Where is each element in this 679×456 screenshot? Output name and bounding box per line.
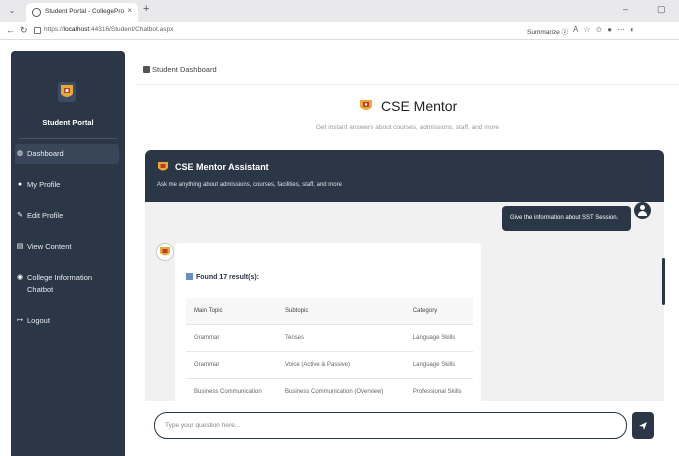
send-icon [639,422,647,430]
sidebar-item-label: My Profile [27,180,61,189]
breadcrumb: Student Dashboard [143,65,217,74]
lock-icon[interactable] [34,27,41,34]
table-cell: Language Skills [404,324,473,352]
chart-icon [186,273,193,280]
summarize-button[interactable]: Summarize ⓩ [527,26,568,36]
address-bar: ← ↻ https://localhost:44316/Student/Chat… [0,22,679,40]
reload-icon[interactable]: ↻ [20,25,28,36]
chat-header-subtitle: Ask me anything about admissions, course… [157,182,342,188]
sidebar-item-label: Logout [27,316,50,325]
edit-icon: ✎ [17,212,23,219]
user-message-bubble: Give the information about SST Session. [502,206,631,231]
content-icon: ▤ [16,243,24,250]
send-button[interactable] [632,412,654,439]
sidebar-item-dashboard[interactable]: ◍ Dashboard [15,144,119,164]
chat-header: CSE Mentor Assistant Ask me anything abo… [145,150,664,202]
user-icon: ● [17,181,23,188]
page-subtitle: Get instant answers about courses, admis… [315,124,500,131]
tab-list-chevron-icon[interactable]: ⌄ [6,5,18,17]
sidebar-item-edit-profile[interactable]: ✎ Edit Profile [15,208,119,224]
url-field[interactable]: https://localhost:44316/Student/Chatbot.… [44,26,173,33]
browser-tab-bar: ⌄ Student Portal - CollegePro × + – ▢ [0,0,679,22]
logout-icon: ↦ [17,317,23,324]
table-cell: Grammar [186,351,277,379]
column-header: Category [404,298,473,325]
globe-icon: ◉ [16,274,24,281]
table-cell: Tenses [276,324,405,352]
user-avatar-icon [634,202,651,219]
chat-input-bar [136,401,679,456]
globe-favicon-icon [32,8,41,17]
results-count-label: Found 17 result(s): [196,274,260,281]
table-row: Grammar Tenses Language Skills [186,324,473,352]
chat-question-input[interactable] [154,412,627,439]
dashboard-breadcrumb-icon [143,66,150,73]
results-count: Found 17 result(s): [186,273,259,281]
sidebar-item-view-content[interactable]: ▤ View Content [15,239,119,255]
sidebar-item-label: Dashboard [27,149,64,158]
sidebar-item-label: Edit Profile [27,211,64,220]
breadcrumb-label: Student Dashboard [152,65,217,74]
table-row: Grammar Voice (Active & Passive) Languag… [186,351,473,379]
table-cell: Voice (Active & Passive) [276,351,405,379]
column-header: Main Topic [186,298,277,325]
sidebar-item-label: View Content [27,242,72,251]
sidebar-item-chatbot[interactable]: ◉ College Information Chatbot [15,270,119,298]
column-header: Subtopic [276,298,405,325]
college-crest-icon [58,82,76,102]
minimize-icon[interactable]: – [623,4,628,14]
tab-close-icon[interactable]: × [127,6,132,15]
toolbar-icons[interactable]: A☆✩●⋯◐ [573,25,640,34]
dashboard-icon: ◍ [16,150,24,157]
page-title: CSE Mentor [381,98,458,114]
tab-title: Student Portal - CollegePro [45,8,125,15]
new-tab-button[interactable]: + [143,3,149,15]
table-cell: Grammar [186,324,277,352]
maximize-icon[interactable]: ▢ [657,4,666,15]
breadcrumb-divider [136,84,679,85]
back-arrow-icon[interactable]: ← [6,25,15,35]
sidebar: Student Portal ◍ Dashboard ● My Profile … [11,51,125,456]
sidebar-item-logout[interactable]: ↦ Logout [15,313,119,329]
table-header-row: Main Topic Subtopic Category [186,298,473,325]
sidebar-item-label: College Information Chatbot [27,273,93,294]
bot-avatar-icon [156,243,174,261]
table-cell: Language Skills [404,351,473,379]
sidebar-item-my-profile[interactable]: ● My Profile [15,177,119,193]
sidebar-divider [19,138,117,139]
assistant-logo-icon [158,162,168,171]
chat-scrollbar[interactable] [662,258,665,305]
results-table: Main Topic Subtopic Category Grammar Ten… [186,298,473,406]
browser-tab[interactable]: Student Portal - CollegePro × [26,3,138,22]
chat-header-title: CSE Mentor Assistant [175,162,269,172]
cse-mentor-logo-icon [360,100,372,110]
